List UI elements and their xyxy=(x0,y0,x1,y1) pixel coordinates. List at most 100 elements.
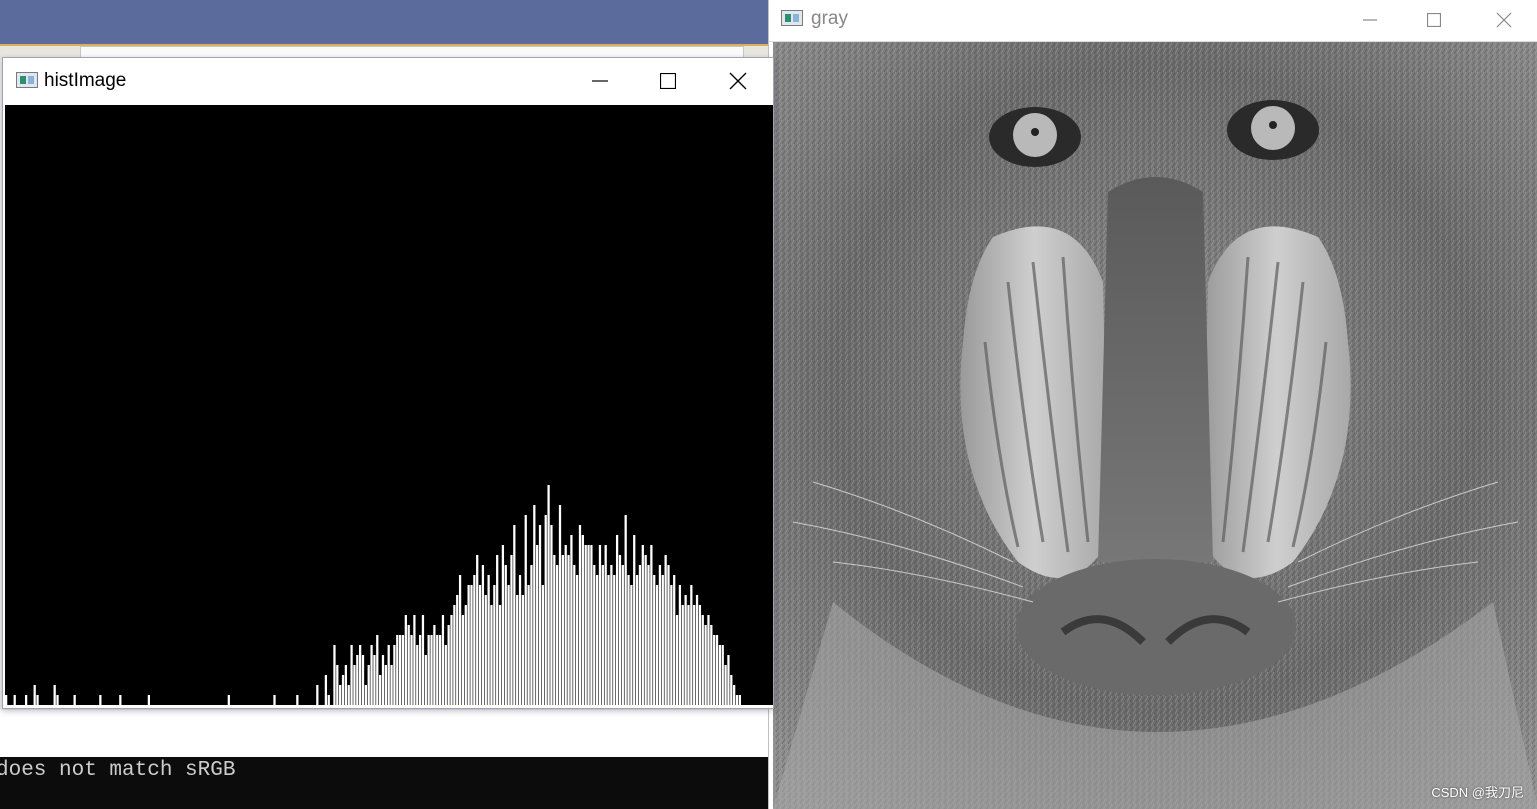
histogram-bar xyxy=(578,525,582,705)
histogram-bar xyxy=(444,645,447,705)
histogram-bar xyxy=(641,545,644,705)
histogram-bar xyxy=(653,575,656,705)
histogram-bar xyxy=(524,515,527,705)
minimize-button[interactable] xyxy=(577,61,623,101)
histogram-bar xyxy=(564,545,567,705)
histogram-bar xyxy=(379,675,382,705)
histogram-bar xyxy=(664,555,667,705)
histogram-bar xyxy=(467,585,470,705)
histogram-bar xyxy=(350,645,353,705)
histogram-bar xyxy=(498,605,502,705)
histogram-bar xyxy=(738,695,741,705)
histogram-bar xyxy=(598,545,602,705)
histogram-bar xyxy=(347,685,350,705)
histogram-bar xyxy=(424,655,427,705)
histogram-bar xyxy=(421,615,425,705)
histimage-window: histImage xyxy=(2,57,774,709)
histogram-bar xyxy=(484,595,487,705)
histogram-bar xyxy=(730,675,733,705)
histogram-bar xyxy=(473,575,476,705)
histogram-bar xyxy=(638,565,642,705)
histogram-bar xyxy=(661,575,664,705)
histogram-bar xyxy=(695,595,699,705)
histogram-bar xyxy=(396,635,399,705)
histogram-bar xyxy=(576,575,579,705)
histogram-bar xyxy=(570,535,573,705)
histogram-bar xyxy=(450,615,453,705)
histogram-bar xyxy=(675,615,679,705)
histogram-bar xyxy=(316,685,319,705)
histogram-bar xyxy=(401,635,405,705)
histogram-bar xyxy=(13,695,16,705)
histogram-bar xyxy=(327,695,330,705)
close-button[interactable] xyxy=(715,61,761,101)
histogram-bar xyxy=(119,695,122,705)
histogram-bar xyxy=(544,515,547,705)
histogram-bar xyxy=(581,535,584,705)
close-button[interactable] xyxy=(1481,0,1527,40)
histogram-bar xyxy=(590,545,593,705)
hist-titlebar[interactable]: histImage xyxy=(3,58,773,104)
histogram-bar xyxy=(538,525,542,705)
histogram-bar xyxy=(370,645,373,705)
histogram-bar xyxy=(336,665,339,705)
histogram-bar xyxy=(493,585,496,705)
histogram-bar xyxy=(521,595,525,705)
histogram-bar xyxy=(561,555,564,705)
histogram-bar xyxy=(456,595,459,705)
histogram-bar xyxy=(461,615,465,705)
histogram-bar xyxy=(633,535,636,705)
histogram-bar xyxy=(670,585,673,705)
gray-window-title: gray xyxy=(811,8,848,29)
histogram-bar xyxy=(496,555,499,705)
ide-editor-area xyxy=(0,710,768,757)
histogram-bar xyxy=(530,565,533,705)
histogram-bar xyxy=(393,645,396,705)
histogram-bar xyxy=(607,575,610,705)
histogram-bar xyxy=(407,625,410,705)
close-icon xyxy=(1496,12,1512,28)
histogram-bar xyxy=(558,505,562,705)
histogram-bar xyxy=(504,565,507,705)
maximize-button[interactable] xyxy=(1411,0,1457,40)
histogram-bar xyxy=(593,565,596,705)
histogram-bar xyxy=(721,645,724,705)
histogram-bar xyxy=(376,635,379,705)
histogram-bar xyxy=(418,635,422,705)
console-panel: does not match sRGB xyxy=(0,757,768,809)
histogram-bar xyxy=(601,565,604,705)
histogram-bar xyxy=(5,695,8,705)
maximize-icon xyxy=(1427,13,1441,27)
histogram-bar xyxy=(710,625,713,705)
histogram-bar xyxy=(398,635,402,705)
histogram-bar xyxy=(735,695,739,705)
gray-titlebar[interactable]: gray xyxy=(769,0,1537,42)
histogram-bar xyxy=(556,565,559,705)
histogram-bar xyxy=(533,505,536,705)
histogram-bar xyxy=(36,695,39,705)
minimize-icon xyxy=(1363,19,1377,21)
histogram-bar xyxy=(550,525,553,705)
histogram-bar xyxy=(684,595,687,705)
histogram-bar xyxy=(478,585,482,705)
histogram-bar xyxy=(453,605,456,705)
histogram-bar xyxy=(707,615,710,705)
histogram-bar xyxy=(458,575,462,705)
histogram-bar xyxy=(438,635,442,705)
histogram-bar xyxy=(667,565,670,705)
histogram-chart xyxy=(5,485,741,705)
histogram-bar xyxy=(353,665,356,705)
histogram-bar xyxy=(647,565,650,705)
maximize-icon xyxy=(660,73,676,89)
histogram-bar xyxy=(373,655,376,705)
histogram-bar xyxy=(490,605,493,705)
histogram-bar xyxy=(387,645,390,705)
maximize-button[interactable] xyxy=(645,61,691,101)
histogram-bar xyxy=(427,635,430,705)
histogram-bar xyxy=(436,635,439,705)
minimize-button[interactable] xyxy=(1347,0,1393,40)
histogram-bar xyxy=(507,585,510,705)
close-icon xyxy=(729,72,747,90)
histogram-bar xyxy=(404,615,407,705)
histogram-bar xyxy=(715,635,719,705)
